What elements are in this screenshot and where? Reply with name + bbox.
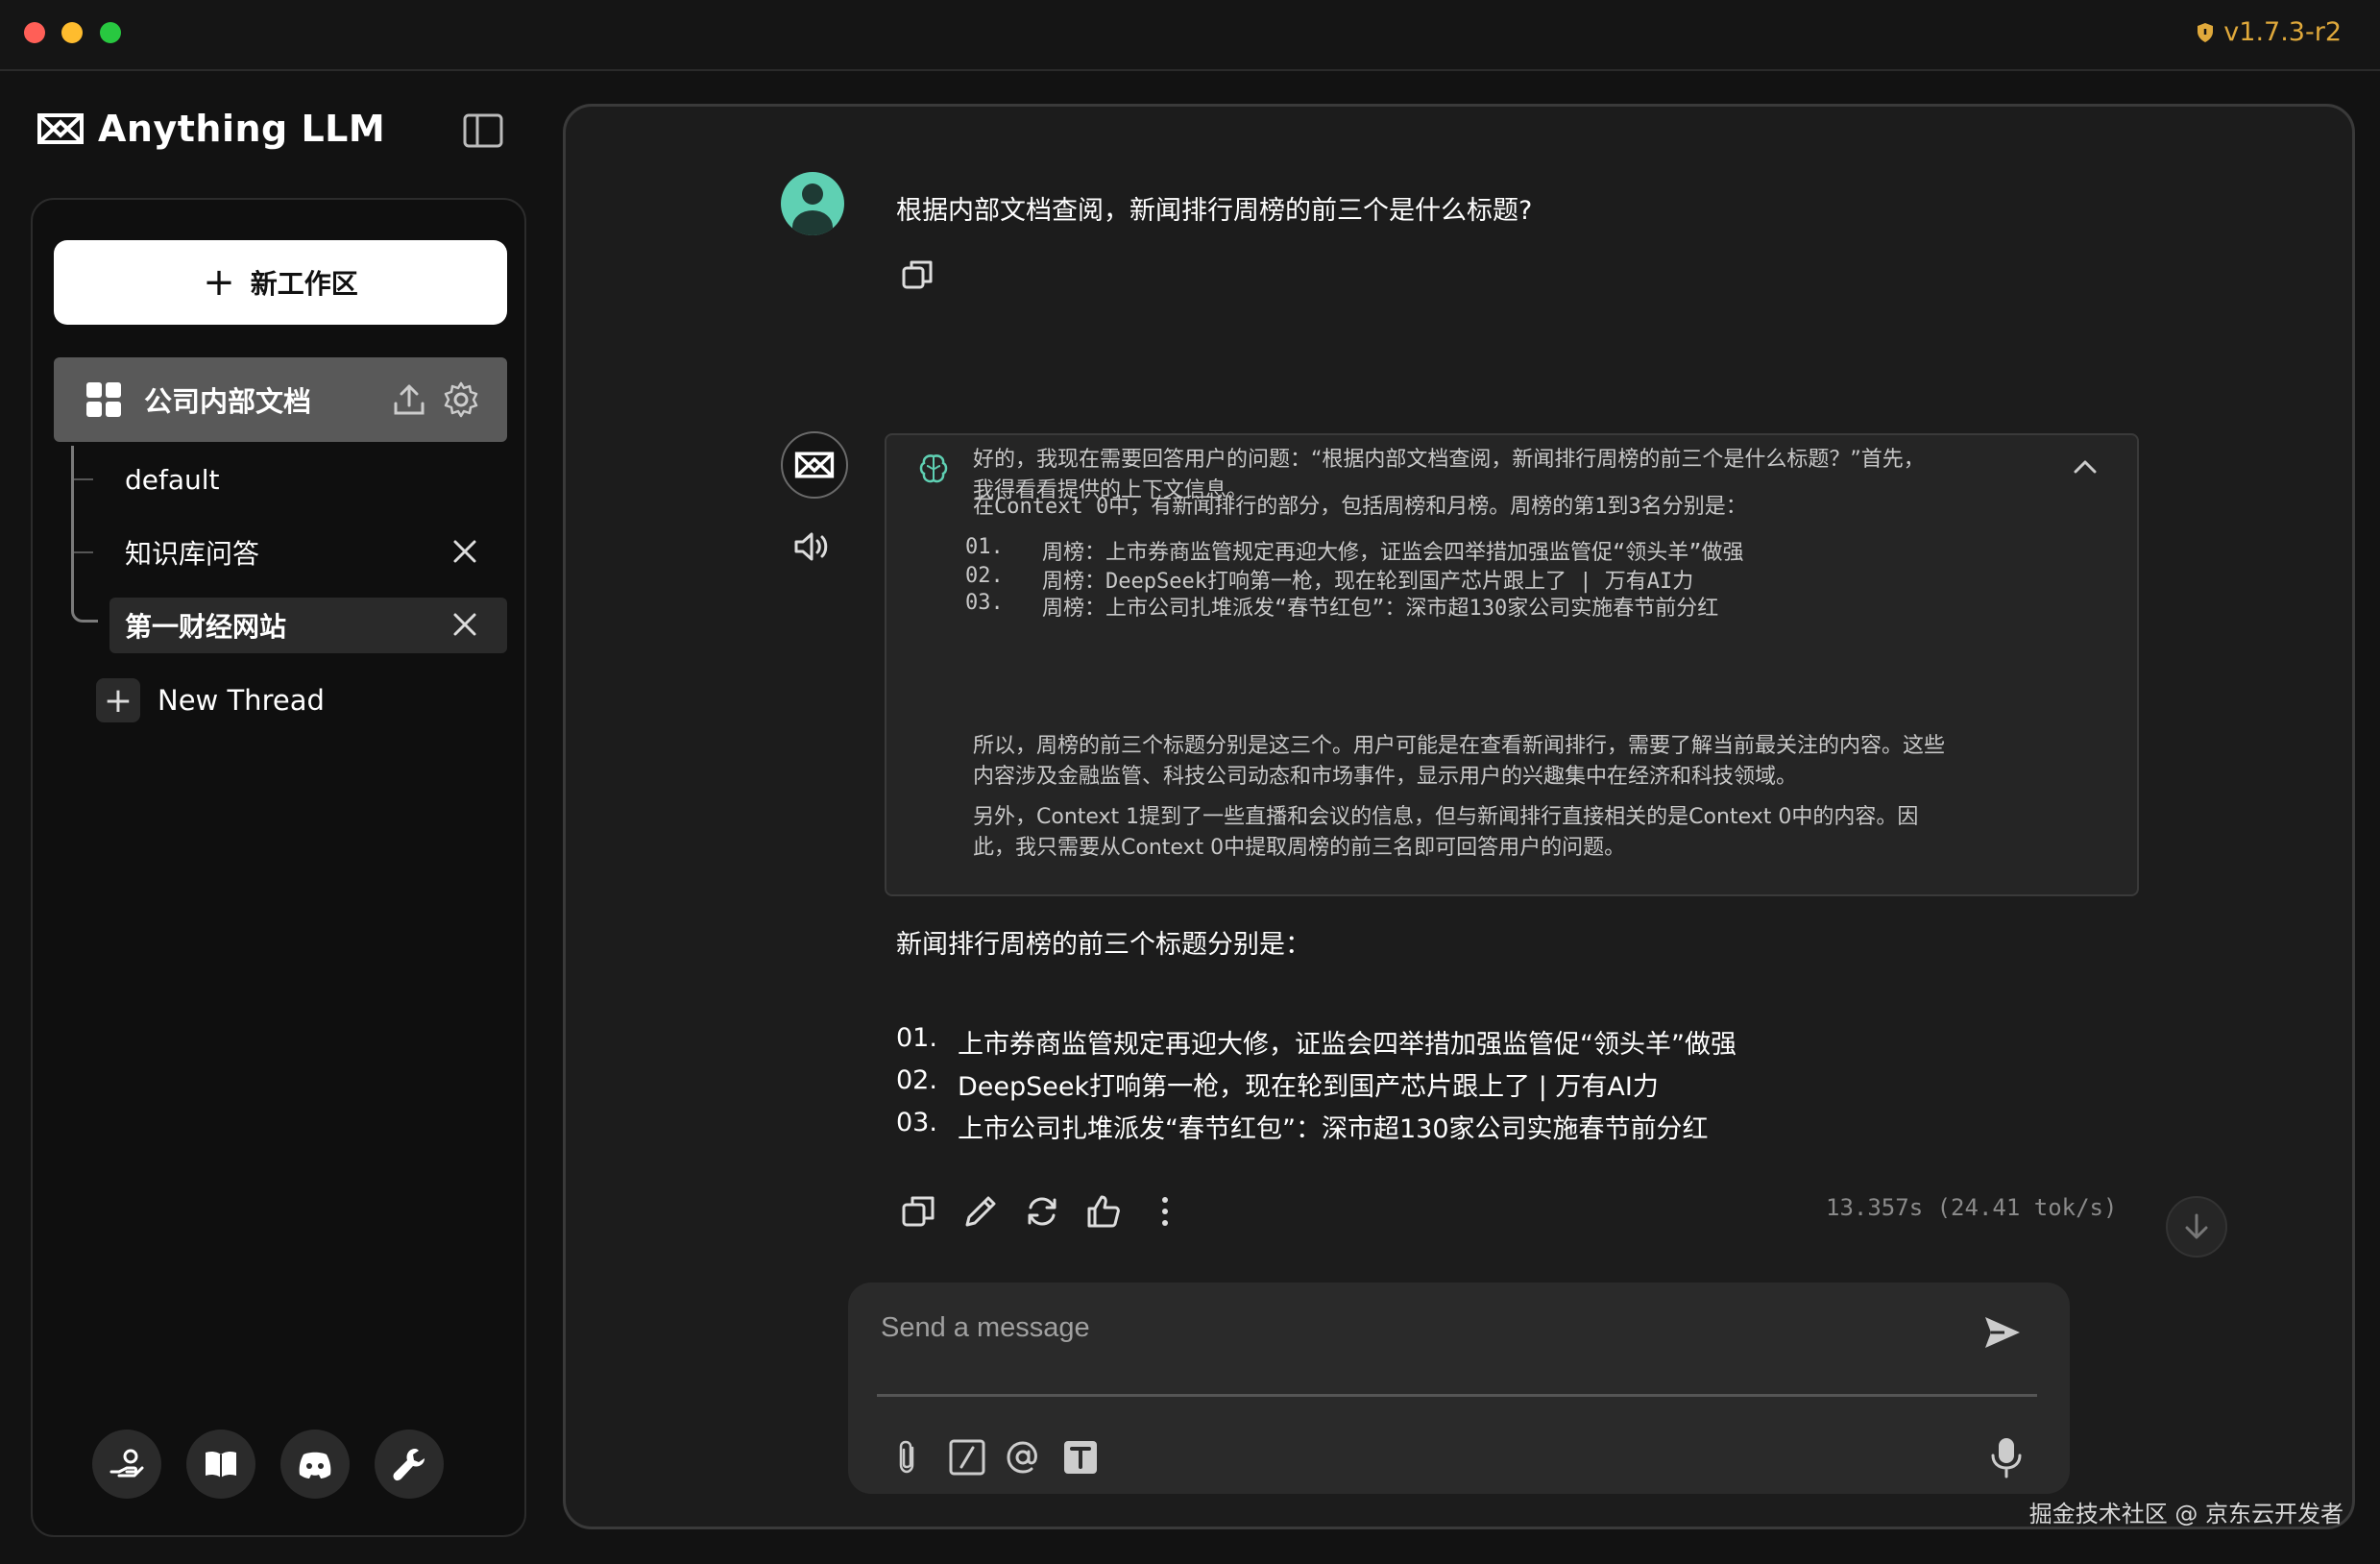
thread-item-yicai[interactable]: 第一财经网站 — [109, 598, 507, 653]
slash-command-icon[interactable] — [948, 1438, 986, 1477]
microphone-icon[interactable] — [1989, 1436, 2024, 1478]
speaker-icon[interactable] — [792, 529, 833, 564]
message-composer — [848, 1283, 2070, 1494]
thread-label: 第一财经网站 — [125, 611, 287, 643]
more-options-icon[interactable] — [1146, 1192, 1184, 1231]
thumbs-up-icon[interactable] — [1084, 1192, 1123, 1231]
at-mention-icon[interactable] — [1004, 1438, 1042, 1477]
brain-icon — [919, 454, 948, 483]
version-text: v1.7.3-r2 — [2223, 17, 2342, 47]
plus-icon: + — [203, 260, 235, 305]
chat-panel: 根据内部文档查阅，新闻排行周榜的前三个是什么标题? 好的，我现在需要回答用户的问… — [563, 104, 2355, 1529]
new-thread-label: New Thread — [158, 684, 325, 717]
user-avatar — [781, 172, 844, 235]
copy-icon[interactable] — [900, 257, 936, 293]
thread-item-knowledge-qa[interactable]: 知识库问答 — [109, 525, 507, 580]
answer-item-text: 上市公司扎堆派发“春节红包”：深市超130家公司实施春节前分红 — [958, 1114, 1709, 1144]
watermark: 掘金技术社区 @ 京东云开发者 — [2028, 1501, 2344, 1527]
thought-paragraph: 所以，周榜的前三个标题分别是这三个。用户可能是在查看新闻排行，需要了解当前最关注… — [973, 734, 1946, 789]
answer-intro: 新闻排行周榜的前三个标题分别是： — [896, 930, 1311, 960]
answer-item: 03. 上市公司扎堆派发“春节红包”：深市超130家公司实施春节前分红 — [896, 1108, 1709, 1145]
hand-coin-icon — [109, 1449, 144, 1478]
discord-button[interactable] — [280, 1430, 350, 1499]
workspace-item[interactable]: 公司内部文档 — [54, 357, 507, 442]
answer-item-text: 上市券商监管规定再迎大修，证监会四举措加强监管促“领头羊”做强 — [958, 1030, 1736, 1060]
answer-item-text: DeepSeek打响第一枪，现在轮到国产芯片跟上了 | 万有AI力 — [958, 1072, 1659, 1102]
message-input[interactable] — [881, 1298, 1966, 1357]
anything-llm-logo-icon — [37, 113, 84, 144]
thought-item-num: 03. — [965, 591, 1004, 615]
edit-pencil-icon[interactable] — [961, 1192, 1000, 1231]
answer-item: 02. DeepSeek打响第一枪，现在轮到国产芯片跟上了 | 万有AI力 — [896, 1065, 1659, 1103]
plus-icon: + — [96, 678, 140, 722]
new-workspace-button[interactable]: + 新工作区 — [54, 240, 507, 325]
thread-item-default[interactable]: default — [109, 452, 507, 507]
scroll-to-bottom-button[interactable] — [2166, 1196, 2227, 1258]
answer-item: 01. 上市券商监管规定再迎大修，证监会四举措加强监管促“领头羊”做强 — [896, 1023, 1736, 1061]
maximize-window-button[interactable] — [100, 22, 121, 43]
anything-llm-logo-icon — [794, 452, 835, 478]
answer-item-num: 03. — [896, 1108, 937, 1137]
close-icon[interactable] — [451, 611, 478, 638]
minimize-window-button[interactable] — [61, 22, 83, 43]
arrow-down-icon — [2185, 1213, 2208, 1239]
gear-icon[interactable] — [442, 380, 480, 419]
app-logo: Anything LLM — [36, 108, 385, 150]
input-underline — [877, 1394, 2037, 1397]
new-workspace-label: 新工作区 — [250, 268, 358, 300]
thought-panel: 好的，我现在需要回答用户的问题：“根据内部文档查阅，新闻排行周榜的前三个是什么标… — [885, 433, 2139, 896]
thought-paragraph: 在Context 0中，有新闻排行的部分，包括周榜和月榜。周榜的第1到3名分别是… — [973, 495, 1747, 519]
book-icon — [206, 1451, 236, 1478]
discord-icon — [299, 1452, 331, 1478]
app-name: Anything LLM — [98, 108, 386, 150]
sidebar: + 新工作区 公司内部文档 default 知识库问答 第一财经网站 + New… — [31, 198, 526, 1537]
answer-item-num: 02. — [896, 1065, 937, 1095]
sidebar-toggle-icon[interactable] — [463, 113, 503, 148]
thread-label: default — [125, 463, 220, 496]
thread-label: 知识库问答 — [125, 538, 260, 570]
paperclip-icon[interactable] — [888, 1438, 927, 1477]
assistant-avatar — [781, 431, 848, 499]
regenerate-icon[interactable] — [1023, 1192, 1061, 1231]
thought-paragraph: 另外，Context 1提到了一些直播和会议的信息，但与新闻排行直接相关的是Co… — [973, 805, 1919, 860]
shield-icon — [2198, 22, 2214, 42]
close-window-button[interactable] — [24, 22, 45, 43]
user-message: 根据内部文档查阅，新闻排行周榜的前三个是什么标题? — [896, 196, 1533, 226]
thought-item-num: 01. — [965, 535, 1004, 559]
send-icon[interactable] — [1981, 1311, 2024, 1354]
version-badge[interactable]: v1.7.3-r2 — [2197, 17, 2342, 47]
support-button[interactable] — [92, 1430, 161, 1499]
settings-button[interactable] — [375, 1430, 444, 1499]
text-format-icon[interactable] — [1061, 1438, 1100, 1477]
thought-item-num: 02. — [965, 564, 1004, 588]
docs-button[interactable] — [186, 1430, 255, 1499]
thread-tree-line — [71, 446, 98, 623]
close-icon[interactable] — [451, 538, 478, 565]
new-thread-button[interactable]: + New Thread — [96, 678, 325, 722]
tree-tick — [74, 478, 93, 480]
response-timing: 13.357s (24.41 tok/s) — [1826, 1194, 2118, 1221]
wrench-icon — [393, 1449, 425, 1481]
thought-item-text: 周榜：上市券商监管规定再迎大修，证监会四举措加强监管促“领头羊”做强 — [1042, 541, 1744, 565]
title-bar: v1.7.3-r2 — [0, 0, 2380, 71]
workspace-name: 公司内部文档 — [144, 385, 312, 418]
copy-icon[interactable] — [900, 1192, 938, 1231]
workspace-grid-icon — [86, 382, 121, 417]
answer-item-num: 01. — [896, 1023, 937, 1053]
upload-icon[interactable] — [390, 380, 428, 419]
tree-tick — [74, 551, 93, 553]
thought-item-text: 周榜：上市公司扎堆派发“春节红包”：深市超130家公司实施春节前分红 — [1042, 597, 1719, 621]
